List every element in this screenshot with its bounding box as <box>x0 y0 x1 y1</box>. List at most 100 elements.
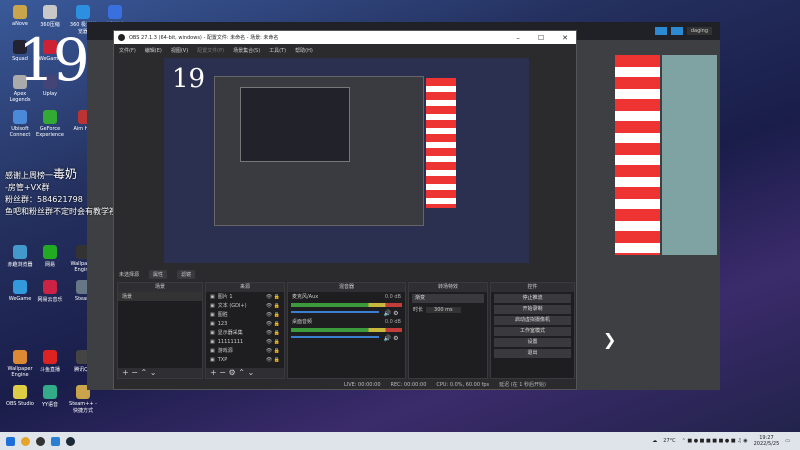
chevron-right-icon[interactable]: ❯ <box>603 330 616 349</box>
eye-icon[interactable]: 👁 🔒 <box>266 357 280 363</box>
source-type-icon: ▣ <box>210 293 215 300</box>
source-item[interactable]: ▣ 图片 1 👁 🔒 <box>206 292 284 301</box>
source-item[interactable]: ▣ TXP 👁 🔒 <box>206 355 284 364</box>
app-icon[interactable] <box>51 436 60 446</box>
control-button[interactable]: 设置 <box>494 338 571 347</box>
overlay-name: 毒奶 <box>53 167 78 181</box>
add-scene-button[interactable]: + − ⌃ ⌄ <box>122 368 156 377</box>
menu-profile[interactable]: 配置文件(P) <box>197 47 224 54</box>
source-item[interactable]: ▣ 11111111 👁 🔒 <box>206 337 284 346</box>
tray-icons[interactable]: ⌃ ■ ● ■ ■ ■ ■ ● ■ ♫ ◉ <box>682 438 748 444</box>
menu-help[interactable]: 帮助(H) <box>295 47 313 54</box>
mixer-header: 混音器 <box>288 283 405 292</box>
eye-icon[interactable]: 👁 🔒 <box>266 330 280 336</box>
close-button[interactable]: ✕ <box>562 34 568 42</box>
preview-canvas[interactable]: 19 <box>164 58 529 263</box>
desktop-icon[interactable]: 赤趣浏览器 <box>5 245 35 268</box>
start-icon[interactable] <box>6 436 15 446</box>
obs-icon[interactable] <box>36 436 45 446</box>
steam-icon[interactable] <box>66 436 75 446</box>
sources-dock: 来源 ▣ 图片 1 👁 🔒 ▣ 文本 (GDI+) 👁 🔒 ▣ 图胜 👁 🔒 ▣ 123 👁 🔒 ▣ 显示… <box>205 282 285 379</box>
filters-button[interactable]: 滤镜 <box>177 269 196 279</box>
properties-button[interactable]: 属性 <box>149 269 168 279</box>
scene-toolbar: + − ⌃ ⌄ <box>118 368 202 378</box>
source-type-icon: ▣ <box>210 347 215 354</box>
app-icon <box>76 5 90 19</box>
browser-icon[interactable] <box>21 436 30 446</box>
desktop-icon[interactable]: 网易云音乐 <box>35 280 65 303</box>
menu-view[interactable]: 视图(V) <box>171 47 188 54</box>
title-bar: OBS 27.1.3 (64-bit, windows) - 配置文件: 未命名… <box>114 31 576 44</box>
app-icon <box>43 280 57 294</box>
gear-icon[interactable]: ⚙ <box>393 335 398 342</box>
control-button[interactable]: 启动虚拟摄像机 <box>494 316 571 325</box>
desktop-icon[interactable]: Wallpaper Engine <box>5 350 35 378</box>
obs-logo-icon <box>118 34 125 41</box>
source-item[interactable]: ▣ 文本 (GDI+) 👁 🔒 <box>206 301 284 310</box>
desktop-icon[interactable]: aNove <box>5 5 35 27</box>
add-source-button[interactable]: + − ⚙ ⌃ ⌄ <box>210 368 254 377</box>
menu-edit[interactable]: 编辑(E) <box>145 47 162 54</box>
eye-icon[interactable]: 👁 🔒 <box>266 339 280 345</box>
control-button[interactable]: 停止推流 <box>494 294 571 303</box>
eye-icon[interactable]: 👁 🔒 <box>266 294 280 300</box>
date: 2022/5/25 <box>753 441 780 447</box>
maximize-button[interactable]: ☐ <box>538 34 544 42</box>
eye-icon[interactable]: 👁 🔒 <box>266 321 280 327</box>
transition-select[interactable]: 渐变 <box>412 294 484 303</box>
app-icon <box>108 5 122 19</box>
volume-slider[interactable] <box>291 336 379 338</box>
desktop-icon[interactable]: YY语音 <box>35 385 65 408</box>
clock[interactable]: 19:27 2022/5/25 <box>754 435 780 447</box>
desktop-icon[interactable]: OBS Studio <box>5 385 35 407</box>
menu-scene-collection[interactable]: 场景集合(S) <box>233 47 260 54</box>
desktop-icon-label: 斗鱼直播 <box>39 367 60 373</box>
bg-button[interactable] <box>670 27 683 35</box>
volume-slider[interactable] <box>291 311 379 313</box>
source-name: 图胜 <box>217 312 228 318</box>
user-label[interactable]: daging <box>686 27 712 35</box>
bg-button[interactable] <box>654 27 667 35</box>
control-button[interactable]: 开始录制 <box>494 305 571 314</box>
channel-db: 0.0 dB <box>384 293 401 300</box>
source-toolbar-bottom: + − ⚙ ⌃ ⌄ <box>206 368 284 378</box>
controls-dock: 控件 停止推流 开始录制 启动虚拟摄像机 工作室模式 设置 退出 <box>490 282 575 379</box>
app-icon <box>13 245 27 259</box>
speaker-icon[interactable]: 🔊 <box>384 335 391 342</box>
source-item[interactable]: ▣ 游戏源 👁 🔒 <box>206 346 284 355</box>
speaker-icon[interactable]: 🔊 <box>384 310 391 317</box>
desktop-icon[interactable]: Ubisoft Connect <box>5 110 35 138</box>
desktop-icon[interactable]: 网易 <box>35 245 65 268</box>
desktop-icon-label: WeGame <box>8 296 32 302</box>
source-item[interactable]: ▣ 图胜 👁 🔒 <box>206 310 284 319</box>
preview-number: 19 <box>172 64 206 94</box>
eye-icon[interactable]: 👁 🔒 <box>266 303 280 309</box>
scene-item[interactable]: 场景 <box>118 292 202 301</box>
menu-tools[interactable]: 工具(T) <box>269 47 286 54</box>
gear-icon[interactable]: ⚙ <box>393 310 398 317</box>
volume-meter <box>291 303 402 307</box>
mixer-channel-mic: 麦克风/Aux 0.0 dB 🔊 ⚙ <box>288 292 405 317</box>
notification-icon[interactable]: ▭ <box>785 438 790 444</box>
desktop-icon-label: Wallpaper Engine <box>7 366 33 378</box>
desktop-icon[interactable]: GeForce Experience <box>35 110 65 138</box>
control-button[interactable]: 工作室模式 <box>494 327 571 336</box>
menu-file[interactable]: 文件(F) <box>119 47 136 54</box>
app-icon <box>13 385 27 399</box>
source-type-icon: ▣ <box>210 320 215 327</box>
weather-temp[interactable]: 27°C <box>663 438 675 444</box>
source-toolbar: 未选择源 属性 滤镜 <box>114 267 576 281</box>
control-button[interactable]: 退出 <box>494 349 571 358</box>
obs-window[interactable]: OBS 27.1.3 (64-bit, windows) - 配置文件: 未命名… <box>113 30 577 390</box>
duration-input[interactable]: 300 ms <box>426 306 461 313</box>
eye-icon[interactable]: 👁 🔒 <box>266 348 280 354</box>
minimize-button[interactable]: – <box>516 34 520 42</box>
eye-icon[interactable]: 👁 🔒 <box>266 312 280 318</box>
source-type-icon: ▣ <box>210 302 215 309</box>
source-item[interactable]: ▣ 123 👁 🔒 <box>206 319 284 328</box>
delay-status: 延迟 (在 1 秒后开始) <box>499 382 546 388</box>
desktop-icon[interactable]: 360压缩 <box>35 5 65 28</box>
desktop-icon[interactable]: 斗鱼直播 <box>35 350 65 373</box>
source-item[interactable]: ▣ 显示器采集 👁 🔒 <box>206 328 284 337</box>
desktop-icon[interactable]: WeGame <box>5 280 35 302</box>
